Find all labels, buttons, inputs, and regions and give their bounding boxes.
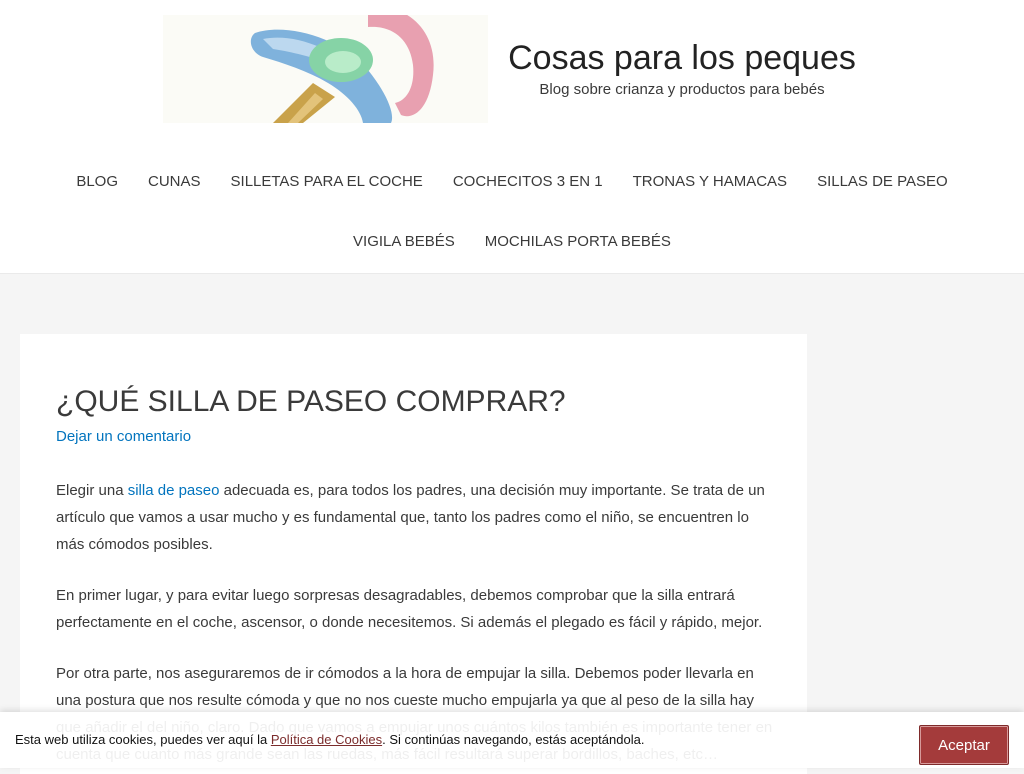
- nav-item-blog[interactable]: BLOG: [61, 172, 133, 192]
- paragraph-text: Elegir una: [56, 482, 128, 499]
- site-tagline: Blog sobre crianza y productos para bebé…: [539, 81, 825, 98]
- cookie-text-start: Esta web utiliza cookies, puedes ver aqu…: [15, 732, 271, 747]
- nav-item-sillas-paseo[interactable]: SILLAS DE PASEO: [802, 172, 963, 192]
- post-title: ¿QUÉ SILLA DE PASEO COMPRAR?: [56, 385, 566, 418]
- article-card: ¿QUÉ SILLA DE PASEO COMPRAR? Dejar un co…: [20, 334, 807, 774]
- article-paragraph-1: Elegir una silla de paseo adecuada es, p…: [56, 477, 776, 558]
- cookie-banner: Esta web utiliza cookies, puedes ver aqu…: [0, 712, 1024, 768]
- site-header: Cosas para los peques Blog sobre crianza…: [0, 0, 1024, 274]
- pacifier-logo-image: [163, 15, 488, 123]
- cookie-accept-button[interactable]: Aceptar: [919, 725, 1009, 765]
- pacifier-logo[interactable]: [163, 15, 488, 123]
- site-title[interactable]: Cosas para los peques: [503, 38, 861, 78]
- cookie-text-end: . Si continúas navegando, estás aceptánd…: [382, 732, 645, 747]
- cookie-policy-link[interactable]: Política de Cookies: [271, 732, 382, 747]
- main-navigation-row-2: VIGILA BEBÉS MOCHILAS PORTA BEBÉS: [0, 232, 1024, 252]
- nav-item-cochecitos[interactable]: COCHECITOS 3 EN 1: [438, 172, 618, 192]
- article-paragraph-2: En primer lugar, y para evitar luego sor…: [56, 587, 763, 631]
- nav-item-tronas[interactable]: TRONAS Y HAMACAS: [618, 172, 802, 192]
- nav-item-silletas[interactable]: SILLETAS PARA EL COCHE: [216, 172, 438, 192]
- nav-item-mochilas[interactable]: MOCHILAS PORTA BEBÉS: [470, 232, 686, 252]
- cookie-message: Esta web utiliza cookies, puedes ver aqu…: [15, 732, 644, 747]
- silla-de-paseo-link[interactable]: silla de paseo: [128, 482, 220, 499]
- nav-item-vigila-bebes[interactable]: VIGILA BEBÉS: [338, 232, 470, 252]
- main-navigation: BLOG CUNAS SILLETAS PARA EL COCHE COCHEC…: [0, 172, 1024, 192]
- nav-item-cunas[interactable]: CUNAS: [133, 172, 216, 192]
- comment-link[interactable]: Dejar un comentario: [56, 428, 191, 445]
